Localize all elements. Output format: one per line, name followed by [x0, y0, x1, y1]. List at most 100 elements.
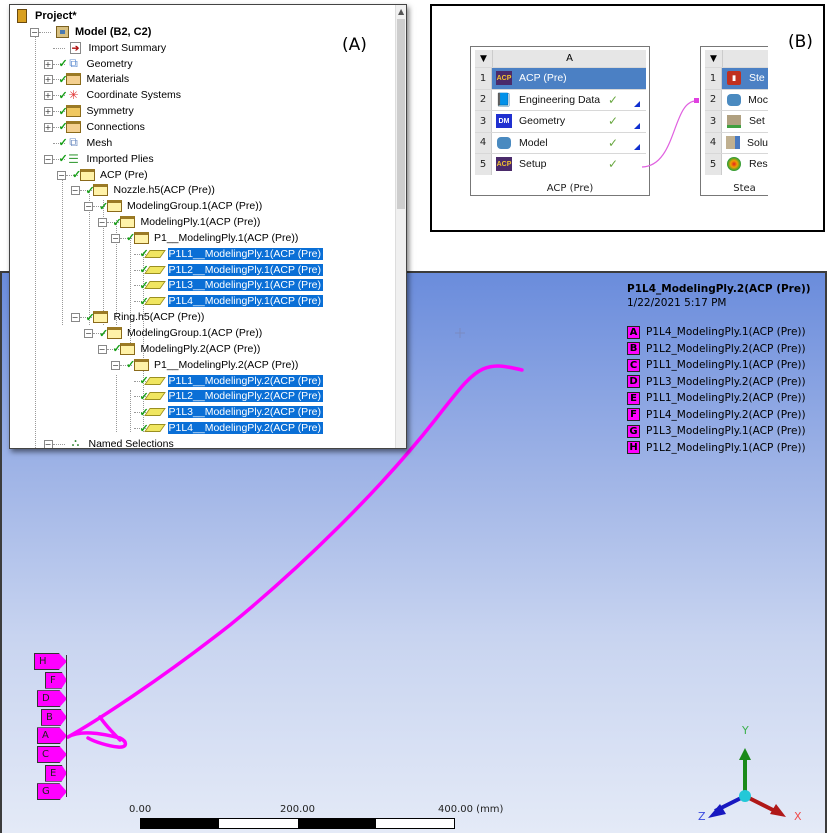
tree-item-label: P1L4__ModelingPly.1(ACP (Pre) [167, 295, 324, 308]
folder-icon [79, 168, 95, 182]
tree-item[interactable]: ✓ P1L2__ModelingPly.2(ACP (Pre) [140, 388, 324, 404]
folder-icon [106, 199, 122, 213]
legend-key: C [627, 358, 640, 372]
tree-item[interactable]: ✓ Materials [59, 71, 130, 87]
tree-item[interactable]: Project* [14, 8, 77, 24]
ply-icon [143, 278, 166, 292]
system-cell-row[interactable]: 3 DM Geometry ✓ [475, 110, 646, 132]
tree-item[interactable]: Model (B2, C2) [54, 24, 151, 40]
viewer-title: P1L4_ModelingPly.2(ACP (Pre)) [627, 283, 811, 295]
tree-item[interactable]: ✓ ⧉ Geometry [59, 56, 133, 72]
system-cell-row[interactable]: 4 Solu [705, 131, 769, 153]
cell-label: Solu [747, 136, 769, 149]
collapse-icon[interactable]: − [43, 439, 53, 448]
tree-item-label: Nozzle.h5(ACP (Pre)) [113, 184, 215, 197]
system-cell-row[interactable]: 4 Model ✓ [475, 131, 646, 153]
expand-icon[interactable]: + [43, 91, 53, 101]
tree-item[interactable]: ✓ Connections [59, 119, 145, 135]
tree-item[interactable]: ✓ Ring.h5(ACP (Pre)) [86, 309, 204, 325]
tree-item[interactable]: ✓ P1L3__ModelingPly.2(ACP (Pre) [140, 404, 324, 420]
system-cell-row[interactable]: 1 ACP ACP (Pre) [475, 67, 646, 89]
system-cell-row[interactable]: 2 📘 Engineering Data ✓ [475, 88, 646, 110]
model-icon [54, 25, 70, 39]
tree-item[interactable]: ✓ P1L1__ModelingPly.2(ACP (Pre) [140, 373, 324, 389]
folder-icon [93, 310, 109, 324]
collapse-icon[interactable]: − [111, 233, 120, 243]
system-cell-row[interactable]: 5 ACP Setup ✓ [475, 153, 646, 175]
ply-icon [143, 294, 166, 308]
system-caption[interactable]: ACP (Pre) [481, 183, 659, 194]
tree-scrollbar[interactable]: ▲ [395, 5, 406, 448]
tree-item[interactable]: ✓ P1__ModelingPly.1(ACP (Pre)) [126, 230, 298, 246]
tree-connector [116, 375, 117, 432]
expand-icon[interactable]: + [43, 59, 53, 69]
tree-item[interactable]: ✓ P1L3__ModelingPly.1(ACP (Pre) [140, 277, 324, 293]
tree-item[interactable]: ✓ P1L1__ModelingPly.1(ACP (Pre) [140, 246, 324, 262]
expand-icon[interactable]: + [43, 107, 53, 117]
legend-label: P1L4_ModelingPly.2(ACP (Pre)) [646, 408, 806, 421]
tree-item[interactable]: ✓ Symmetry [59, 103, 134, 119]
collapse-icon[interactable]: − [57, 170, 66, 180]
expand-icon[interactable]: + [43, 75, 53, 85]
legend-item: D P1L3_ModelingPly.2(ACP (Pre)) [627, 374, 806, 391]
tree-item[interactable]: ✓ P1L4__ModelingPly.1(ACP (Pre) [140, 293, 324, 309]
tree-item[interactable]: ✓ ⧉ Mesh [59, 135, 113, 151]
system-cell-row[interactable]: 1 ▮ Ste [705, 67, 768, 89]
legend-label: P1L1_ModelingPly.2(ACP (Pre)) [646, 392, 806, 405]
collapse-icon[interactable]: − [43, 154, 53, 164]
outline-tree-panel: Project* Model (B2, C2) − ➔ Import Summary ✓ ⧉… [9, 4, 407, 449]
tree-connector [35, 30, 36, 448]
connections-icon [66, 120, 82, 134]
collapse-icon[interactable]: − [84, 329, 93, 338]
tree-item-label: Project* [35, 10, 77, 22]
tree-item[interactable]: ✓ ✳ Coordinate Systems [59, 87, 182, 103]
tree-item[interactable]: ✓ Nozzle.h5(ACP (Pre)) [86, 182, 215, 198]
solution-icon [726, 135, 740, 150]
folder-icon [93, 183, 109, 197]
tree-item[interactable]: ✓ P1L2__ModelingPly.1(ACP (Pre) [140, 262, 324, 278]
cell-number: 3 [705, 111, 722, 132]
tree-item[interactable]: ➔ Import Summary [68, 40, 166, 56]
expand-icon[interactable]: + [43, 122, 53, 132]
cell-label: Engineering Data [519, 93, 601, 106]
collapse-icon[interactable]: − [84, 202, 93, 212]
tree-item-label: Materials [86, 73, 130, 86]
triad-x-label: X [794, 810, 802, 823]
collapse-icon[interactable]: − [97, 218, 107, 228]
system-cell-row[interactable]: 3 Set [705, 110, 768, 132]
project-icon [14, 9, 30, 23]
cell-number: 4 [475, 132, 492, 153]
tree-item-label: P1L3__ModelingPly.2(ACP (Pre) [167, 406, 324, 419]
tree-item[interactable]: ✓ ModelingGroup.1(ACP (Pre)) [99, 325, 262, 341]
cell-label: Setup [519, 158, 547, 171]
tree-item[interactable]: ✓ P1L4__ModelingPly.2(ACP (Pre) [140, 420, 324, 436]
tree-item[interactable]: ✓ ModelingGroup.1(ACP (Pre)) [99, 198, 262, 214]
system-caption[interactable]: Stea [711, 183, 778, 194]
tree-item[interactable]: ✓ ModelingPly.2(ACP (Pre)) [113, 341, 260, 357]
tree-item[interactable]: ✓ ☰ Imported Plies [59, 151, 154, 167]
tree-item[interactable]: ✓ ModelingPly.1(ACP (Pre)) [113, 214, 260, 230]
axis-triad[interactable]: Y X Z [690, 718, 820, 828]
legend-item: G P1L3_ModelingPly.1(ACP (Pre)) [627, 423, 806, 440]
tree-item[interactable]: ✓ ACP (Pre) [72, 167, 148, 183]
tree-scrollbar-thumb[interactable] [397, 19, 405, 209]
system-cell-row[interactable]: 5 Res [705, 153, 768, 175]
collapse-icon[interactable]: − [111, 360, 120, 370]
system-menu-arrow-icon[interactable]: ▼ [475, 50, 492, 67]
system-menu-arrow-icon[interactable]: ▼ [705, 50, 722, 67]
collapse-icon[interactable]: − [70, 186, 80, 196]
system-acp-pre[interactable]: ▼ A 1 ACP ACP (Pre) 2 📘 Engineering Data ✓ 3 DM Geo… [470, 46, 650, 196]
collapse-icon[interactable]: − [70, 313, 80, 323]
legend-item: F P1L4_ModelingPly.2(ACP (Pre)) [627, 407, 806, 424]
collapse-icon[interactable]: − [30, 27, 39, 37]
collapse-icon[interactable]: − [97, 344, 107, 354]
system-cell-row[interactable]: 2 Moc [705, 88, 768, 110]
tree-item[interactable]: ✓ P1__ModelingPly.2(ACP (Pre)) [126, 357, 298, 373]
tree-item-label: P1__ModelingPly.2(ACP (Pre)) [154, 358, 299, 371]
system-steady-state-thermal[interactable]: ▼ 1 ▮ Ste 2 Moc 3 Set 4 Solu 5 Res Stea [700, 46, 768, 196]
tree-item[interactable]: ⛬ Named Selections [68, 436, 174, 448]
scroll-up-icon[interactable]: ▲ [398, 7, 404, 16]
imported-plies-icon: ☰ [68, 151, 79, 166]
symmetry-icon [66, 104, 82, 118]
results-icon [726, 157, 742, 172]
